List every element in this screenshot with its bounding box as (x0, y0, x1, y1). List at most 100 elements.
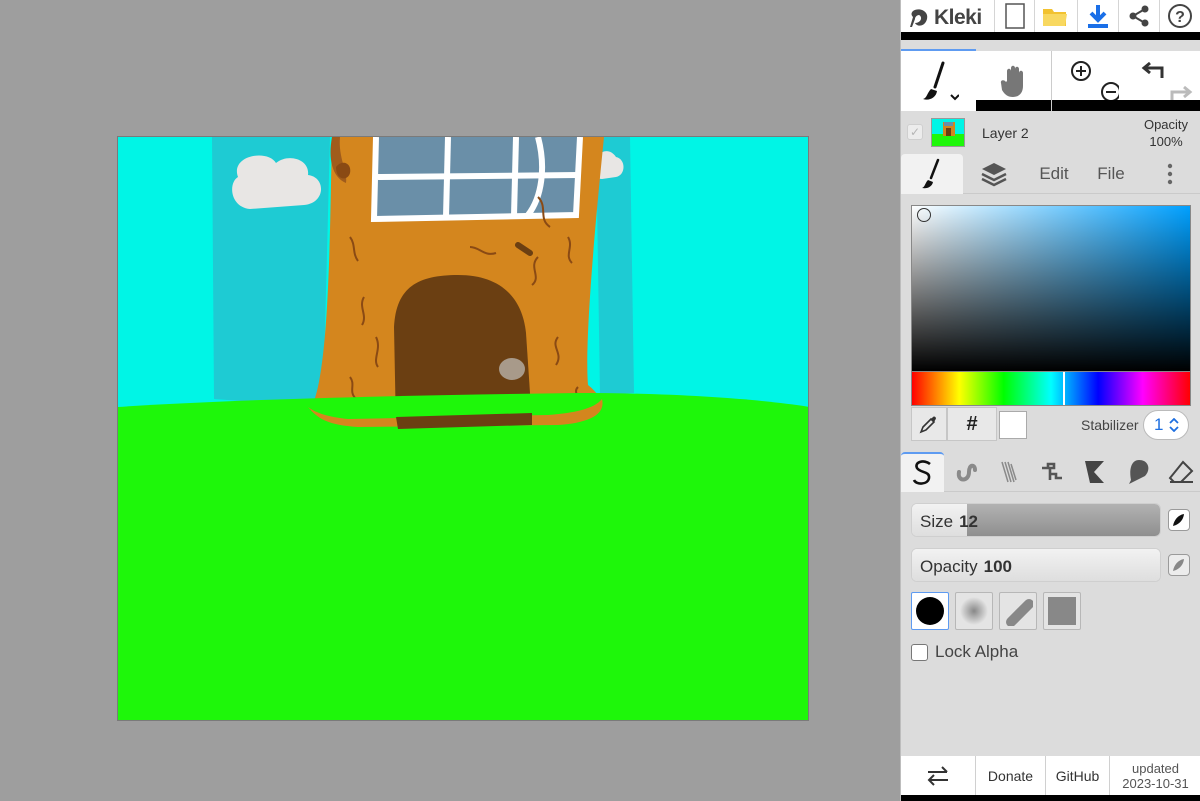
pressure-off-icon (1173, 559, 1184, 571)
hand-tool-underline (976, 100, 1051, 111)
save-button[interactable] (1077, 0, 1117, 32)
blend-brush-button[interactable] (944, 452, 987, 492)
size-slider[interactable]: Size 12 (911, 503, 1161, 537)
pen-brush-button[interactable] (901, 452, 944, 492)
tab-file[interactable]: File (1083, 154, 1139, 194)
brush-icon (922, 61, 959, 101)
share-button[interactable] (1118, 0, 1158, 32)
chevron-updown-icon (1169, 418, 1180, 432)
current-color-swatch[interactable] (999, 411, 1027, 439)
help-button[interactable]: ? (1159, 0, 1199, 32)
pixel-brush-button[interactable] (1030, 452, 1073, 492)
undo-underline (1126, 100, 1200, 111)
layer-name: Layer 2 (982, 125, 1029, 141)
square-shape-icon (1048, 597, 1076, 625)
tool-indicator-strip (901, 40, 1200, 52)
brush-type-row (901, 452, 1200, 492)
tool-row (901, 51, 1200, 111)
soft-shape-icon (960, 597, 988, 625)
layer-opacity-value: 100% (1149, 134, 1183, 149)
hue-slider[interactable] (911, 372, 1191, 406)
opacity-value: 100 (983, 557, 1013, 576)
layer-preview-row[interactable]: ✓ Layer 2 Opacity 100% (901, 112, 1200, 154)
size-value: 12 (959, 512, 978, 531)
undo-redo-icon[interactable] (1132, 56, 1196, 106)
folder-icon (1042, 9, 1067, 26)
pressure-icon (1173, 514, 1184, 526)
layer-opacity-label: Opacity (1143, 117, 1189, 132)
github-button[interactable]: GitHub (1046, 756, 1110, 795)
kleki-logo[interactable]: Kleki (909, 4, 982, 32)
zoom-controls-icon[interactable] (1059, 56, 1119, 106)
more-menu-button[interactable] (1153, 154, 1187, 194)
tab-edit[interactable]: Edit (1025, 154, 1083, 194)
chemy-brush-button[interactable] (1073, 452, 1116, 492)
hand-tool-button[interactable] (976, 51, 1051, 111)
lock-alpha-checkbox[interactable] (911, 643, 928, 661)
brush-tool-button[interactable] (901, 51, 976, 111)
footer-bar: Donate GitHub updated 2023-10-31 (901, 756, 1200, 801)
shape-soft-button[interactable] (955, 592, 993, 630)
shape-chalk-button[interactable] (999, 592, 1037, 630)
blend-brush-icon (956, 463, 977, 482)
eraser-button[interactable] (1159, 452, 1200, 492)
panel-tabs: Edit File (901, 154, 1200, 194)
lock-alpha-option[interactable]: Lock Alpha (911, 642, 1018, 662)
workspace[interactable] (0, 0, 900, 801)
eyedropper-button[interactable] (911, 407, 947, 441)
circle-shape-icon (916, 597, 944, 625)
opacity-slider[interactable]: Opacity 100 (911, 548, 1161, 582)
app-name: Kleki (934, 6, 982, 29)
size-slider-label: Size 12 (920, 512, 978, 532)
zoom-buttons (1051, 51, 1126, 111)
drawing-canvas[interactable] (117, 136, 809, 721)
stabilizer-label: Stabilizer (1081, 417, 1139, 433)
swap-side-button[interactable] (901, 756, 976, 795)
hex-input-button[interactable]: # (947, 407, 997, 441)
updated-info[interactable]: updated 2023-10-31 (1110, 756, 1200, 795)
canvas-artwork (118, 137, 808, 720)
pixel-brush-icon (1041, 462, 1062, 480)
tab-brush[interactable] (901, 154, 963, 194)
layer-visibility-checkbox[interactable]: ✓ (907, 124, 923, 140)
tab-layers[interactable] (963, 154, 1025, 194)
smudge-brush-icon (1128, 460, 1148, 484)
top-bar-divider (901, 32, 1200, 40)
stabilizer-value: 1 (1154, 415, 1164, 434)
opacity-pressure-toggle[interactable] (1168, 554, 1190, 576)
swap-arrows-icon (927, 765, 948, 786)
help-icon: ? (1167, 4, 1192, 28)
top-bar: Kleki ? (901, 0, 1200, 40)
size-slider-track (966, 504, 1160, 536)
sidebar: Kleki ? ✓ Layer 2 Opacity 100% Edit File… (900, 0, 1200, 801)
new-image-button[interactable] (994, 0, 1034, 32)
updated-date: 2023-10-31 (1122, 775, 1189, 791)
stabilizer-select[interactable]: 1 (1143, 410, 1189, 440)
color-saturation-value-picker[interactable] (911, 205, 1191, 372)
brush-tab-icon (922, 158, 940, 189)
size-pressure-toggle[interactable] (1168, 509, 1190, 531)
eyedropper-icon (919, 416, 936, 434)
shape-circle-button[interactable] (911, 592, 949, 630)
shape-square-button[interactable] (1043, 592, 1081, 630)
hue-slider-handle[interactable] (1063, 372, 1065, 405)
smudge-brush-button[interactable] (1116, 452, 1159, 492)
eraser-icon (1168, 460, 1193, 483)
chemy-brush-icon (1084, 461, 1104, 483)
download-icon (1087, 5, 1108, 28)
zoom-underline (1052, 100, 1126, 111)
kleki-logo-icon (910, 9, 928, 27)
more-vertical-icon (1167, 163, 1173, 185)
sketchy-brush-button[interactable] (987, 452, 1030, 492)
opacity-slider-label: Opacity 100 (920, 557, 1012, 577)
svg-text:?: ? (1175, 9, 1185, 26)
share-icon (1129, 5, 1148, 27)
open-file-button[interactable] (1034, 0, 1074, 32)
undo-redo-buttons (1126, 51, 1200, 111)
sketchy-brush-icon (1000, 461, 1017, 483)
new-file-icon (1004, 3, 1025, 29)
color-picker-handle[interactable] (917, 208, 931, 222)
pen-brush-icon (912, 460, 931, 485)
color-tools-row: # Stabilizer 1 (911, 407, 1191, 443)
donate-button[interactable]: Donate (976, 756, 1046, 795)
